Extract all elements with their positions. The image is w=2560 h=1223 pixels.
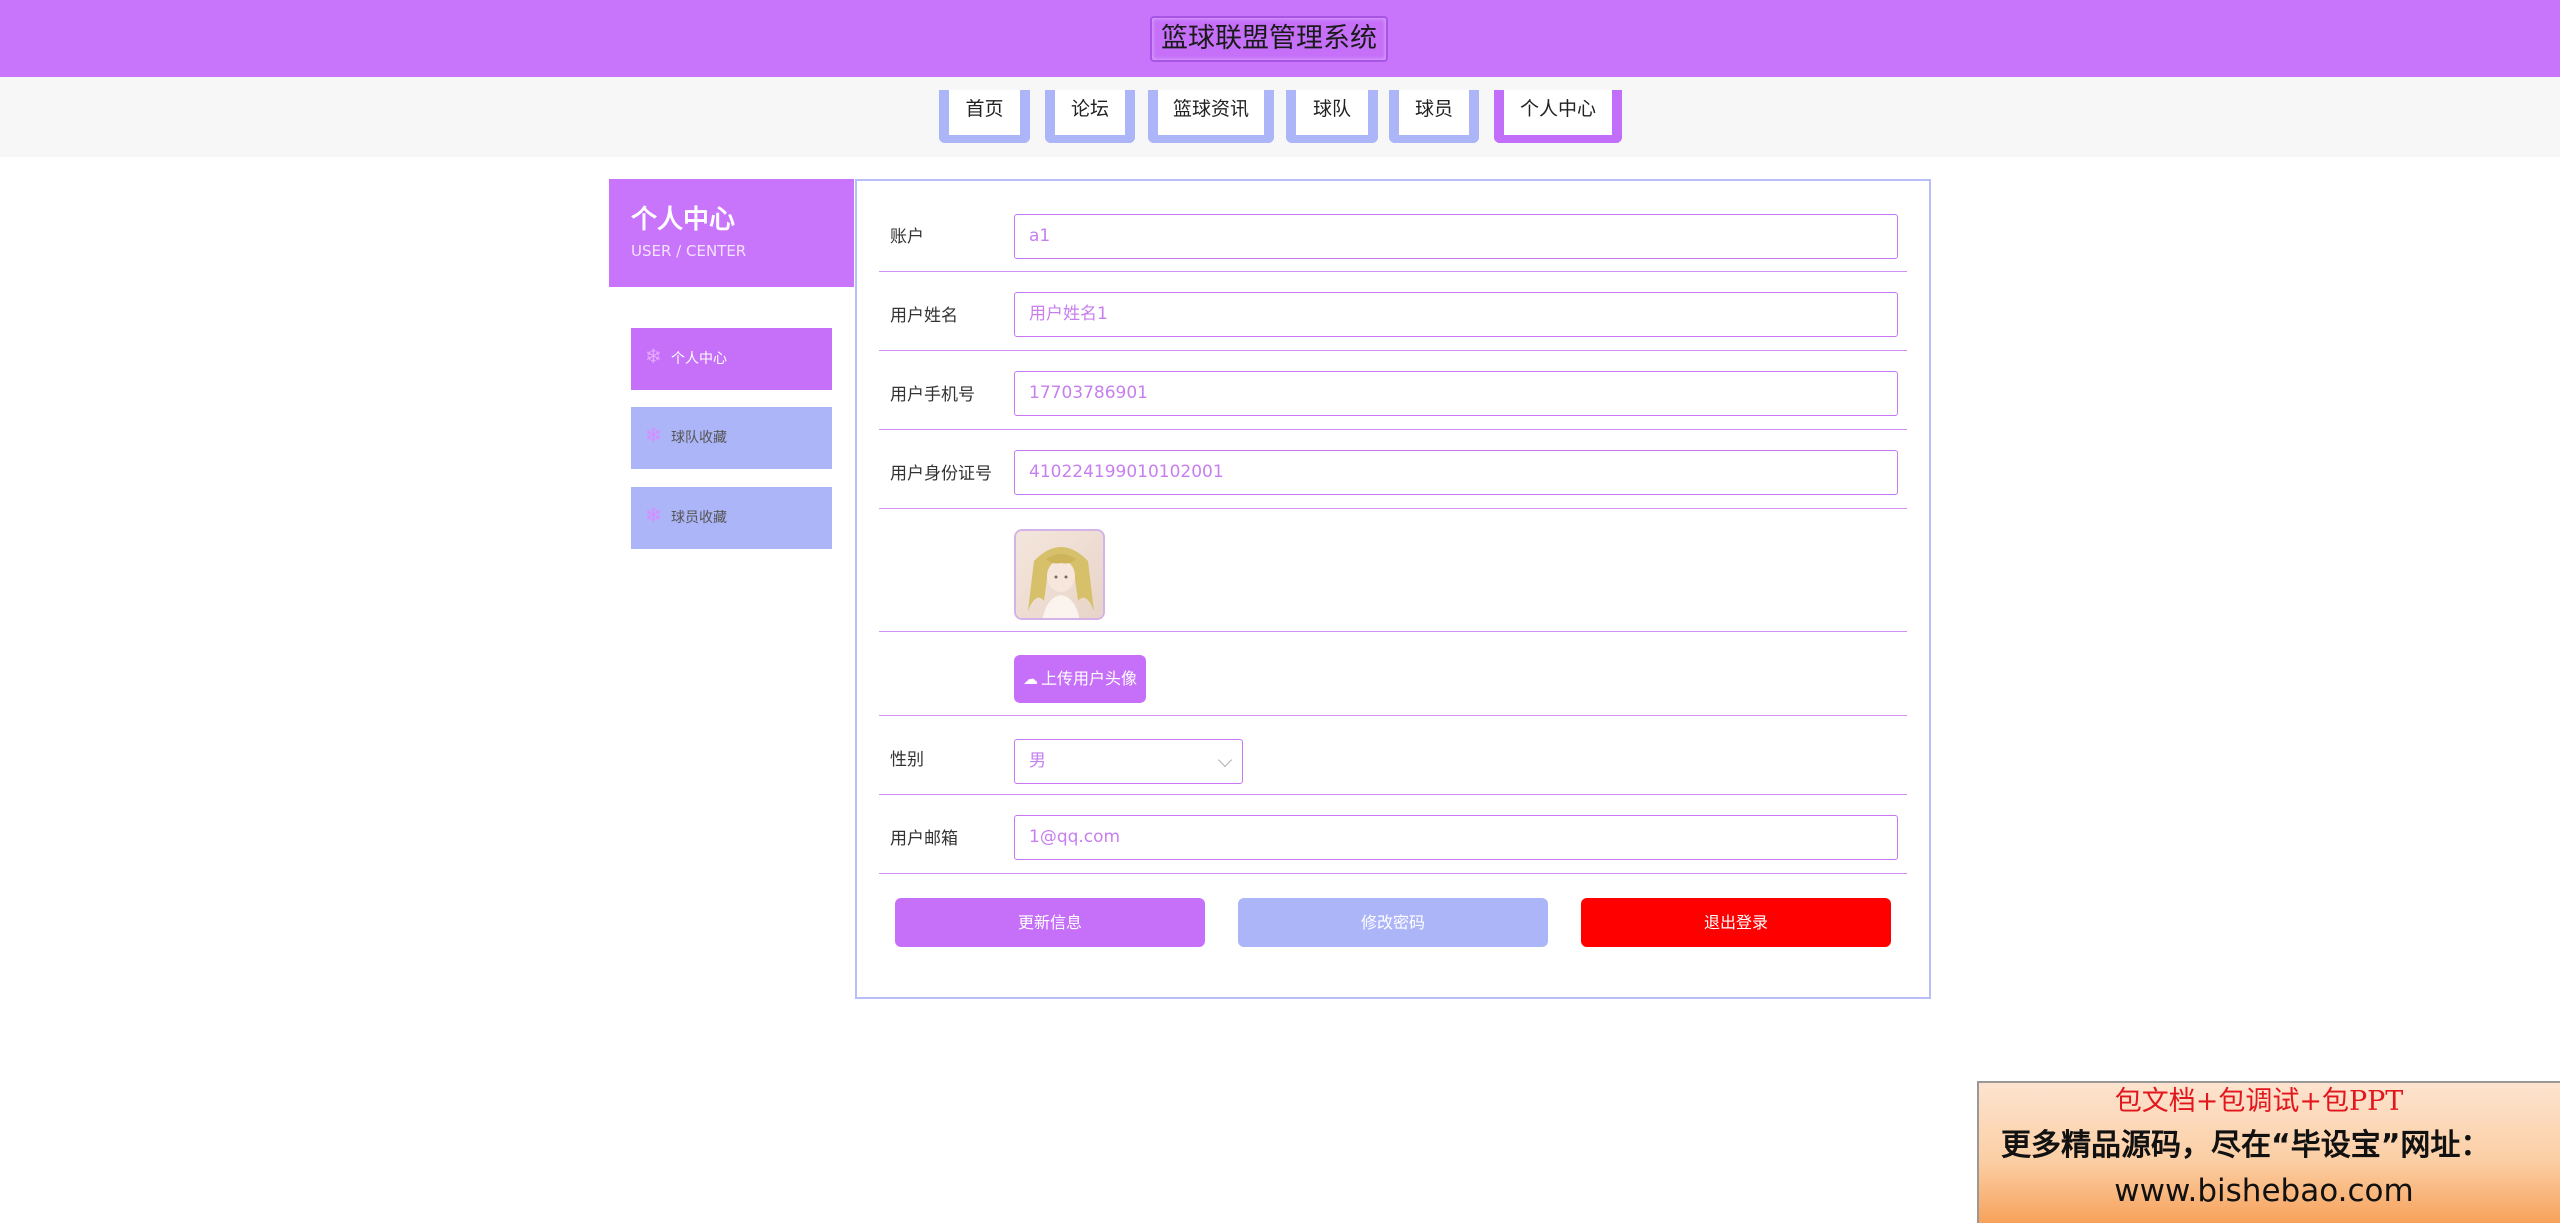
change-password-button[interactable]: 修改密码 xyxy=(1238,898,1548,947)
top-header: 篮球联盟管理系统 xyxy=(0,0,2560,77)
gender-select[interactable]: 男 xyxy=(1014,739,1243,784)
sidebar-item-team-favorites[interactable]: ❄ 球队收藏 xyxy=(631,407,832,469)
gender-label: 性别 xyxy=(890,750,924,770)
avatar xyxy=(1014,529,1105,620)
promo-url: www.bishebao.com xyxy=(2114,1173,2414,1209)
email-label: 用户邮箱 xyxy=(890,829,958,849)
nav-item-players[interactable]: 球员 xyxy=(1389,90,1479,143)
main-nav: 首页 论坛 篮球资讯 球队 球员 个人中心 xyxy=(0,77,2560,157)
promo-line-2: 更多精品源码，尽在“毕设宝”网址： xyxy=(2001,1128,2491,1163)
upload-avatar-button[interactable]: ☁ 上传用户头像 xyxy=(1014,655,1146,703)
form-row-email: 用户邮箱 1@qq.com xyxy=(879,795,1907,874)
form-row-gender: 性别 男 xyxy=(879,716,1907,795)
sidebar-item-label: 个人中心 xyxy=(671,351,727,367)
phone-label: 用户手机号 xyxy=(890,385,975,405)
logout-button[interactable]: 退出登录 xyxy=(1581,898,1891,947)
update-info-button[interactable]: 更新信息 xyxy=(895,898,1205,947)
chevron-down-icon xyxy=(1217,752,1233,768)
profile-form-panel: 账户 a1 用户姓名 用户姓名1 用户手机号 17703786901 用户身份证… xyxy=(855,179,1931,999)
form-row-account: 账户 a1 xyxy=(879,181,1907,272)
sidebar-title: 个人中心 xyxy=(631,205,736,235)
account-label: 账户 xyxy=(890,227,924,247)
form-row-id-card: 用户身份证号 410224199010102001 xyxy=(879,430,1907,509)
avatar-image xyxy=(1016,531,1103,618)
nav-item-teams[interactable]: 球队 xyxy=(1286,90,1378,143)
nav-item-user-center[interactable]: 个人中心 xyxy=(1494,90,1622,143)
sidebar-header: 个人中心 USER / CENTER xyxy=(609,179,854,287)
upload-avatar-label: 上传用户头像 xyxy=(1040,669,1137,688)
form-row-avatar xyxy=(879,509,1907,632)
nav-item-news[interactable]: 篮球资讯 xyxy=(1148,90,1274,143)
form-row-name: 用户姓名 用户姓名1 xyxy=(879,272,1907,351)
form-row-phone: 用户手机号 17703786901 xyxy=(879,351,1907,430)
sidebar-item-player-favorites[interactable]: ❄ 球员收藏 xyxy=(631,487,832,549)
email-input[interactable]: 1@qq.com xyxy=(1014,815,1898,860)
nav-item-forum[interactable]: 论坛 xyxy=(1045,90,1135,143)
account-input[interactable]: a1 xyxy=(1014,214,1898,259)
id-card-input[interactable]: 410224199010102001 xyxy=(1014,450,1898,495)
snowflake-icon: ❄ xyxy=(645,503,662,527)
name-input[interactable]: 用户姓名1 xyxy=(1014,292,1898,337)
nav-item-home[interactable]: 首页 xyxy=(939,90,1030,143)
cloud-upload-icon: ☁ xyxy=(1022,670,1038,688)
form-row-upload: ☁ 上传用户头像 xyxy=(879,632,1907,716)
name-label: 用户姓名 xyxy=(890,306,958,326)
gender-value: 男 xyxy=(1029,751,1046,771)
sidebar-item-user-center[interactable]: ❄ 个人中心 xyxy=(631,328,832,390)
phone-input[interactable]: 17703786901 xyxy=(1014,371,1898,416)
snowflake-icon: ❄ xyxy=(645,344,662,368)
id-card-label: 用户身份证号 xyxy=(890,464,992,484)
snowflake-icon: ❄ xyxy=(645,423,662,447)
site-title: 篮球联盟管理系统 xyxy=(1150,16,1388,62)
sidebar-subtitle: USER / CENTER xyxy=(631,242,747,260)
promo-line-1: 包文档+包调试+包PPT xyxy=(2114,1086,2404,1117)
sidebar-item-label: 球队收藏 xyxy=(671,430,727,446)
sidebar-item-label: 球员收藏 xyxy=(671,510,727,526)
promo-banner: 包文档+包调试+包PPT 更多精品源码，尽在“毕设宝”网址： www.bishe… xyxy=(1977,1081,2560,1223)
